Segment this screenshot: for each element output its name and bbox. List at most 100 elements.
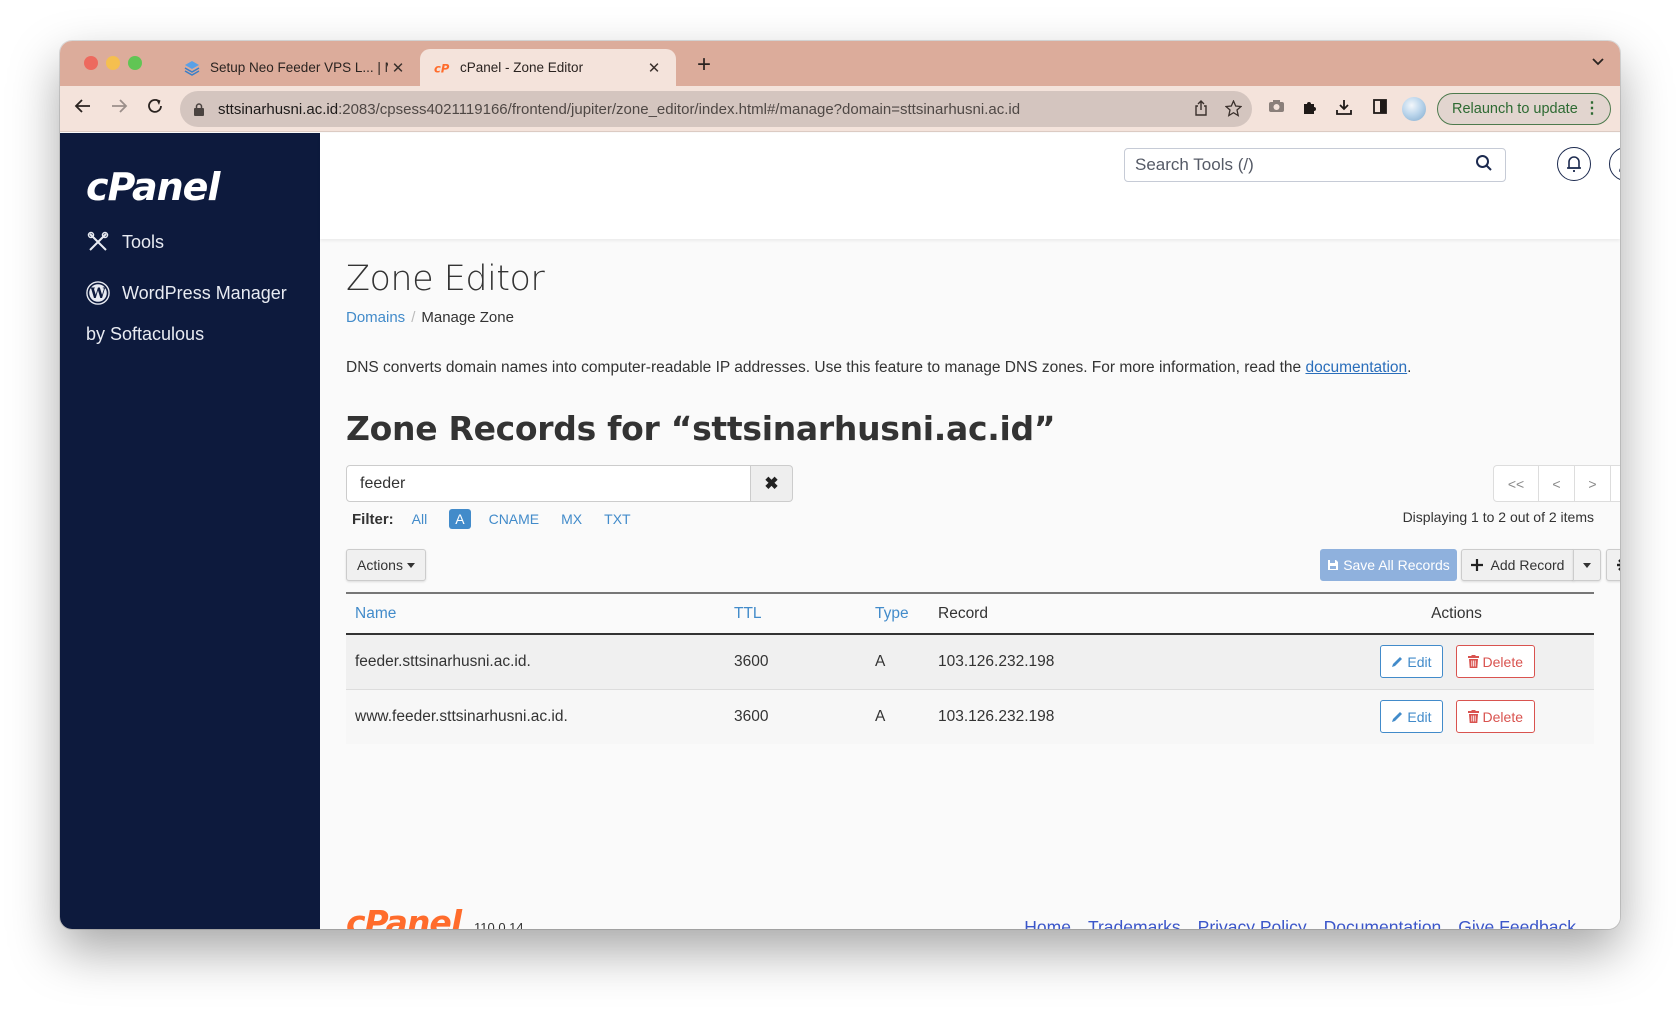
forward-button[interactable] bbox=[106, 96, 132, 122]
delete-record-button[interactable]: Delete bbox=[1455, 700, 1535, 734]
page-title: Zone Editor bbox=[346, 259, 545, 299]
cpanel-logo[interactable]: cPanel bbox=[86, 165, 220, 209]
pencil-icon bbox=[1392, 656, 1403, 667]
record-type: A bbox=[875, 652, 886, 670]
search-tools-field[interactable] bbox=[1124, 148, 1506, 182]
pagination-summary: Displaying 1 to 2 out of 2 items bbox=[1402, 509, 1594, 525]
column-header-actions: Actions bbox=[1431, 604, 1482, 622]
filter-a[interactable]: A bbox=[449, 509, 471, 529]
sidebar-item-wordpress-manager[interactable]: W WordPress Manager bbox=[86, 281, 287, 305]
address-bar[interactable]: sttsinarhusni.ac.id:2083/cpsess402111916… bbox=[180, 91, 1252, 127]
trash-icon bbox=[1467, 710, 1479, 724]
tab-search-chevron-icon[interactable] bbox=[1592, 53, 1604, 69]
settings-dropdown-button[interactable] bbox=[1606, 549, 1620, 581]
search-tools-input[interactable] bbox=[1125, 155, 1475, 175]
profile-avatar[interactable] bbox=[1402, 97, 1426, 121]
save-icon bbox=[1328, 560, 1339, 570]
arrow-right-icon bbox=[112, 99, 128, 113]
tab-cpanel-zone-editor[interactable]: cP cPanel - Zone Editor ✕ bbox=[420, 49, 676, 86]
extensions-puzzle-icon[interactable] bbox=[1300, 99, 1320, 119]
record-ttl: 3600 bbox=[734, 707, 769, 725]
record-name: www.feeder.sttsinarhusni.ac.id. bbox=[355, 707, 568, 725]
record-value: 103.126.232.198 bbox=[938, 652, 1055, 670]
filter-cname[interactable]: CNAME bbox=[489, 511, 540, 527]
last-page-button[interactable]: >> bbox=[1610, 466, 1620, 501]
table-row: www.feeder.sttsinarhusni.ac.id. 3600 A 1… bbox=[346, 689, 1594, 744]
relaunch-to-update-button[interactable]: Relaunch to update ⋮ bbox=[1437, 93, 1611, 125]
actions-dropdown-button[interactable]: Actions bbox=[346, 549, 426, 581]
record-actions: Edit Delete bbox=[1319, 634, 1594, 689]
column-header-type[interactable]: Type bbox=[866, 593, 929, 634]
download-icon[interactable] bbox=[1334, 99, 1354, 119]
documentation-link[interactable]: documentation bbox=[1305, 359, 1407, 376]
footer-link-trademarks[interactable]: Trademarks bbox=[1088, 917, 1181, 929]
new-tab-button[interactable]: + bbox=[690, 51, 718, 79]
table-row: feeder.sttsinarhusni.ac.id. 3600 A 103.1… bbox=[346, 634, 1594, 689]
bookmark-star-icon[interactable] bbox=[1223, 99, 1243, 118]
tab-close-icon[interactable]: ✕ bbox=[644, 59, 664, 77]
column-header-name[interactable]: Name bbox=[346, 593, 725, 634]
save-all-label: Save All Records bbox=[1343, 557, 1450, 573]
minimize-window-button[interactable] bbox=[106, 56, 120, 70]
tab-close-icon[interactable]: ✕ bbox=[388, 59, 408, 77]
browser-window: Setup Neo Feeder VPS L... | M ✕ cP cPane… bbox=[60, 41, 1620, 929]
bell-icon bbox=[1567, 156, 1581, 172]
footer-link-home[interactable]: Home bbox=[1024, 917, 1071, 929]
share-icon[interactable] bbox=[1192, 100, 1210, 118]
delete-record-button[interactable]: Delete bbox=[1455, 645, 1535, 679]
delete-label: Delete bbox=[1482, 708, 1523, 725]
close-window-button[interactable] bbox=[84, 56, 98, 70]
edit-record-button[interactable]: Edit bbox=[1380, 645, 1443, 679]
footer-cpanel-logo: cPanel bbox=[346, 903, 462, 929]
filter-all[interactable]: All bbox=[412, 511, 428, 527]
next-page-button[interactable]: > bbox=[1574, 466, 1610, 501]
footer-link-give-feedback[interactable]: Give Feedback bbox=[1458, 917, 1576, 929]
sidebar-item-sublabel[interactable]: by Softaculous bbox=[86, 324, 204, 345]
clear-search-button[interactable]: ✖ bbox=[751, 465, 793, 502]
records-search-input[interactable] bbox=[346, 465, 751, 502]
tab-setup-neo-feeder[interactable]: Setup Neo Feeder VPS L... | M ✕ bbox=[170, 49, 420, 86]
tab-strip: Setup Neo Feeder VPS L... | M ✕ cP cPane… bbox=[60, 41, 1620, 86]
prev-page-button[interactable]: < bbox=[1538, 466, 1574, 501]
search-icon[interactable] bbox=[1475, 154, 1497, 177]
maximize-window-button[interactable] bbox=[128, 56, 142, 70]
record-type: A bbox=[875, 707, 886, 725]
user-icon bbox=[1619, 168, 1620, 172]
arrow-left-icon bbox=[74, 99, 90, 113]
intro-body: DNS converts domain names into computer-… bbox=[346, 359, 1306, 376]
pagination: << < > >> bbox=[1493, 465, 1620, 502]
breadcrumb-domains[interactable]: Domains bbox=[346, 309, 405, 326]
stack-icon bbox=[184, 60, 200, 76]
record-type-filter: Filter: All A CNAME MX TXT bbox=[352, 509, 653, 529]
notifications-button[interactable] bbox=[1557, 147, 1591, 181]
user-account-button[interactable] bbox=[1609, 147, 1620, 181]
edit-record-button[interactable]: Edit bbox=[1380, 700, 1443, 734]
caret-down-icon bbox=[406, 562, 415, 568]
filter-mx[interactable]: MX bbox=[561, 511, 582, 527]
footer-link-privacy-policy[interactable]: Privacy Policy bbox=[1198, 917, 1307, 929]
record-name: feeder.sttsinarhusni.ac.id. bbox=[355, 652, 531, 670]
reload-button[interactable] bbox=[142, 96, 168, 122]
camera-icon[interactable] bbox=[1266, 99, 1286, 119]
intro-text: DNS converts domain names into computer-… bbox=[346, 359, 1411, 377]
column-header-ttl[interactable]: TTL bbox=[725, 593, 866, 634]
back-button[interactable] bbox=[70, 96, 96, 122]
breadcrumb: Domains / Manage Zone bbox=[346, 309, 514, 326]
side-panel-icon[interactable] bbox=[1370, 99, 1390, 119]
cpanel-main: Zone Editor Domains / Manage Zone DNS conv… bbox=[320, 133, 1620, 929]
filter-txt[interactable]: TXT bbox=[604, 511, 630, 527]
zone-records-title: Zone Records for “sttsinarhusni.ac.id” bbox=[346, 409, 1056, 448]
save-all-records-button[interactable]: Save All Records bbox=[1320, 549, 1457, 581]
first-page-button[interactable]: << bbox=[1494, 466, 1538, 501]
add-record-button[interactable]: Add Record bbox=[1461, 549, 1574, 581]
url-text: sttsinarhusni.ac.id:2083/cpsess402111916… bbox=[218, 101, 1020, 118]
sidebar-item-tools[interactable]: Tools bbox=[86, 230, 164, 254]
sidebar-item-label: Tools bbox=[122, 231, 165, 252]
delete-label: Delete bbox=[1482, 653, 1523, 670]
pencil-icon bbox=[1392, 711, 1403, 722]
svg-text:cP: cP bbox=[434, 61, 450, 75]
footer-link-documentation[interactable]: Documentation bbox=[1324, 917, 1442, 929]
add-record-dropdown-toggle[interactable] bbox=[1573, 549, 1601, 581]
cpanel-icon: cP bbox=[434, 60, 450, 76]
reload-icon bbox=[148, 98, 162, 113]
